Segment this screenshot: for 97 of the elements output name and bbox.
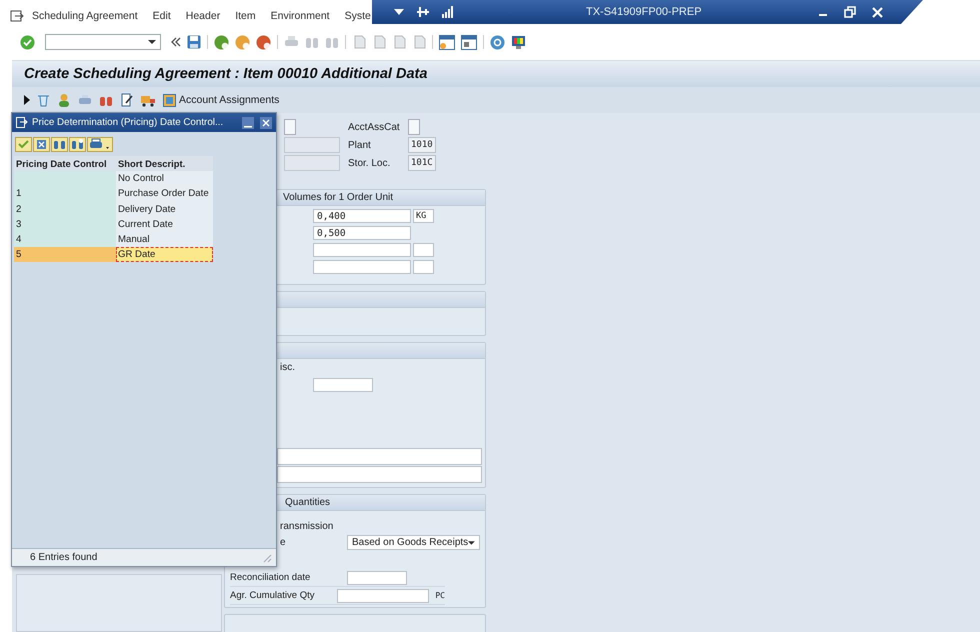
close-icon[interactable]: [260, 116, 272, 128]
status-text: 6 Entries found: [30, 552, 98, 563]
caret-icon[interactable]: [148, 39, 156, 45]
expand-icon[interactable]: [24, 95, 30, 105]
pin-icon[interactable]: [416, 6, 430, 18]
input-field[interactable]: [313, 260, 411, 274]
menu-item[interactable]: Edit: [152, 10, 171, 22]
input-field[interactable]: 0,400: [313, 209, 411, 223]
caret-icon[interactable]: [394, 8, 404, 16]
account-icon: [163, 94, 176, 106]
person-icon[interactable]: [57, 93, 71, 107]
text-field[interactable]: [277, 466, 482, 483]
table-cell: Delivery Date: [116, 202, 213, 217]
field-label: isc.: [280, 362, 295, 373]
dropdown[interactable]: Based on Goods Receipts: [347, 535, 480, 550]
cancel-icon[interactable]: [256, 34, 271, 50]
input-field[interactable]: [284, 155, 340, 171]
table-cell: Current Date: [116, 216, 213, 232]
page-icon[interactable]: [372, 35, 386, 49]
date-field[interactable]: [347, 570, 407, 585]
result-row[interactable]: 3 Current Date: [14, 216, 276, 232]
unit-label: PC: [435, 591, 445, 600]
table-cell: Purchase Order Date: [116, 186, 213, 202]
caret-icon[interactable]: [468, 540, 475, 546]
group-title: Volumes for 1 Order Unit: [282, 192, 394, 203]
monitor-icon[interactable]: [511, 34, 526, 50]
unit-field[interactable]: [413, 260, 434, 274]
command-field[interactable]: [45, 34, 161, 50]
print-icon[interactable]: [87, 136, 113, 152]
group-title: Quantities: [284, 497, 330, 508]
column-header[interactable]: Pricing Date Control: [14, 156, 116, 172]
result-row[interactable]: No Control: [14, 171, 276, 186]
layout-icon[interactable]: [461, 34, 477, 50]
menu-item[interactable]: Environment: [270, 10, 330, 22]
text-field[interactable]: [277, 448, 482, 465]
enter-icon[interactable]: [20, 34, 35, 50]
resize-grip-icon[interactable]: [262, 552, 272, 562]
exit-icon[interactable]: [235, 34, 250, 50]
input-field[interactable]: 0,500: [313, 226, 411, 240]
printer-icon[interactable]: [78, 94, 92, 106]
field-label: Agr. Cumulative Qty: [230, 590, 316, 602]
close-icon[interactable]: [872, 6, 883, 18]
menu-item[interactable]: Item: [235, 10, 256, 22]
result-row[interactable]: 1 Purchase Order Date: [14, 186, 276, 202]
dialog-title: Price Determination (Pricing) Date Control...: [32, 117, 224, 128]
trash-icon[interactable]: [37, 93, 50, 107]
field-label: Plant: [348, 140, 372, 150]
save-icon[interactable]: [187, 35, 201, 49]
check-icon[interactable]: [15, 136, 32, 152]
help-icon[interactable]: [490, 34, 505, 50]
page-icon[interactable]: [352, 35, 366, 49]
cancel-icon[interactable]: [33, 136, 50, 152]
double-chevron-icon[interactable]: [171, 37, 181, 47]
menu-icon[interactable]: [10, 10, 24, 22]
signal-icon: [442, 6, 454, 18]
field-label: ransmission: [280, 521, 334, 532]
page-icon[interactable]: [412, 35, 426, 49]
unit-field[interactable]: [413, 243, 434, 257]
field-label: Reconciliation date: [230, 572, 312, 584]
page-icon[interactable]: [392, 35, 406, 49]
table-cell: 4: [14, 232, 116, 248]
window-icon: [16, 117, 28, 128]
truck-icon[interactable]: [141, 94, 156, 106]
edit-icon[interactable]: [120, 93, 134, 107]
layout-icon[interactable]: [439, 34, 455, 50]
menu-item[interactable]: Header: [186, 10, 220, 22]
input-field[interactable]: [284, 137, 340, 153]
result-row[interactable]: 5 GR Date: [14, 247, 276, 262]
table-cell: 3: [14, 216, 116, 232]
table-cell: No Control: [116, 171, 213, 186]
input-field[interactable]: [337, 588, 430, 603]
back-icon[interactable]: [214, 34, 229, 50]
column-header[interactable]: Short Descript.: [116, 156, 213, 172]
plant-field[interactable]: 1010: [408, 137, 436, 153]
result-row[interactable]: 4 Manual: [14, 232, 276, 248]
restore-icon[interactable]: [844, 6, 856, 18]
menu-item[interactable]: Syste: [344, 10, 371, 22]
window-title: TX-S41909FP00-PREP: [586, 6, 702, 18]
table-cell: 2: [14, 202, 116, 217]
table-cell: GR Date: [116, 247, 213, 262]
screen-title: Create Scheduling Agreement : Item 00010 Additional Data: [24, 66, 428, 82]
minimize-icon[interactable]: [242, 116, 254, 128]
input-field[interactable]: [313, 378, 373, 392]
table-cell: Manual: [116, 232, 213, 248]
checkbox[interactable]: [408, 119, 420, 135]
field-label: e: [280, 537, 287, 548]
field-label: Stor. Loc.: [348, 158, 392, 168]
table-cell: 5: [14, 247, 116, 262]
table-cell: 1: [14, 186, 116, 202]
field-label: AcctAssCat: [348, 122, 400, 132]
result-row[interactable]: 2 Delivery Date: [14, 202, 276, 217]
storage-location-field[interactable]: 101C: [408, 155, 436, 171]
menu-item[interactable]: Scheduling Agreement: [32, 10, 138, 22]
unit-field[interactable]: KG: [413, 209, 434, 223]
checkbox[interactable]: [284, 119, 296, 135]
account-assignments-button[interactable]: Account Assignments: [163, 94, 280, 106]
input-field[interactable]: [313, 243, 411, 257]
